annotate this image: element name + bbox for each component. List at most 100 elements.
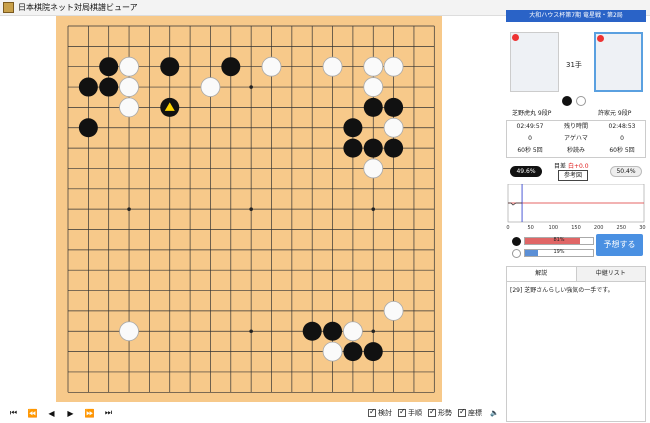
black-player-photo <box>510 32 559 92</box>
speaker-icon[interactable]: 🔈 <box>490 409 499 417</box>
black-stone <box>302 321 322 341</box>
diff-label: 目差 <box>554 163 567 170</box>
black-stone <box>363 342 383 362</box>
black-player-name: 芝野虎丸 9段P <box>512 110 552 117</box>
star-point <box>249 85 253 89</box>
forward-ten-button[interactable]: ⏩ <box>81 409 98 418</box>
app-icon <box>3 2 14 13</box>
checkbox-icon[interactable] <box>398 407 406 417</box>
black-stone <box>343 138 363 158</box>
first-move-button[interactable]: ⏮ <box>5 408 22 418</box>
white-stone <box>363 77 384 97</box>
diff-value: 白+0.0 <box>567 163 589 170</box>
tab-commentary[interactable]: 解説 <box>507 267 577 281</box>
back-one-button[interactable]: ◀ <box>43 409 60 418</box>
option-sequence[interactable]: 手順 <box>398 407 422 418</box>
black-stone <box>99 57 119 77</box>
white-stone <box>119 77 139 97</box>
black-stone <box>78 118 98 138</box>
option-sequence-label: 手順 <box>408 409 422 417</box>
black-stone <box>363 138 383 158</box>
graph-tick-label: 50 <box>527 225 533 230</box>
white-player-photo <box>594 32 643 92</box>
star-point <box>249 329 253 334</box>
white-time: 02:48:53 <box>608 123 636 130</box>
japan-flag-icon <box>597 35 604 42</box>
white-stone <box>363 56 384 77</box>
checkbox-icon[interactable] <box>368 407 376 417</box>
time-table: 02:49:57 残り時間 02:48:53 0 アゲハマ 0 60秒 5回 秒… <box>506 120 646 158</box>
option-coords[interactable]: 座標 <box>458 407 482 418</box>
info-panel: 大和ハウス杯第7期 竜星戦・第2局 31手 芝野虎丸 9段P 許家元 9段P 0… <box>506 10 649 422</box>
black-win-rate: 49.6% <box>510 166 542 177</box>
black-stone <box>78 77 98 97</box>
white-stone-icon <box>576 96 586 106</box>
star-point <box>127 207 131 211</box>
black-stone <box>160 57 180 77</box>
white-stone <box>383 117 404 138</box>
reference-button[interactable]: 参考図 <box>558 170 588 181</box>
score-diff: 目差 白+0.0 <box>554 161 589 170</box>
black-stone-icon <box>512 237 521 246</box>
black-stone <box>99 77 119 97</box>
star-point <box>249 207 253 211</box>
black-stone <box>384 138 404 158</box>
star-point <box>371 329 376 334</box>
graph-tick-label: 0 <box>506 225 509 230</box>
option-review-label: 検討 <box>378 409 392 417</box>
players-section: 31手 芝野虎丸 9段P 許家元 9段P <box>506 24 646 117</box>
white-win-rate: 50.4% <box>610 166 642 177</box>
checkbox-icon[interactable] <box>458 407 466 417</box>
white-stone-icon <box>512 249 521 258</box>
option-review[interactable]: 検討 <box>368 407 392 418</box>
white-stone <box>383 300 404 321</box>
byoyomi-label: 秒読み <box>566 147 585 154</box>
black-prediction-bar: 81% <box>524 237 594 245</box>
black-stone <box>363 97 383 117</box>
move-number: 31手 <box>566 61 582 69</box>
white-stone <box>383 56 404 77</box>
commentary-text: [29] 芝野さんらしい強気の一手です。 <box>506 282 646 422</box>
white-stone <box>322 56 343 77</box>
white-stone <box>119 97 139 118</box>
white-captures: 0 <box>620 135 624 142</box>
black-stone <box>343 118 363 138</box>
time-label: 残り時間 <box>563 123 588 130</box>
black-time: 02:49:57 <box>516 123 544 130</box>
option-coords-label: 座標 <box>468 409 482 417</box>
black-stone <box>221 57 241 77</box>
white-stone <box>200 77 221 97</box>
window-title: 日本棋院ネット対局棋譜ビューア <box>18 3 138 12</box>
go-board[interactable] <box>52 16 448 404</box>
last-move-button[interactable]: ⏭ <box>100 408 117 418</box>
white-byoyomi: 60秒 5回 <box>609 147 635 154</box>
graph-tick-label: 100 <box>549 225 559 230</box>
graph-tick-label: 150 <box>571 225 581 230</box>
win-rate-graph[interactable]: 0 50 100 150 200 250 300 <box>506 183 649 231</box>
white-stone <box>342 321 363 342</box>
black-stone <box>384 97 404 117</box>
graph-tick-label: 250 <box>617 225 627 230</box>
star-point <box>371 207 376 211</box>
back-ten-button[interactable]: ⏪ <box>24 409 41 418</box>
option-situation[interactable]: 形勢 <box>428 407 452 418</box>
white-stone <box>119 56 139 77</box>
white-stone <box>261 56 282 77</box>
option-situation-label: 形勢 <box>438 409 452 417</box>
checkbox-icon[interactable] <box>428 407 436 417</box>
tab-bar: 解説 中継リスト <box>506 266 646 282</box>
predict-button[interactable]: 予想する <box>596 234 643 256</box>
white-stone <box>119 321 139 342</box>
go-board-area[interactable] <box>52 16 448 404</box>
forward-one-button[interactable]: ▶ <box>62 409 79 418</box>
black-stone <box>323 321 343 341</box>
white-stone <box>363 158 384 179</box>
white-prediction-pct: 19% <box>553 249 565 255</box>
white-prediction-bar: 19% <box>524 249 594 257</box>
white-stone <box>322 341 343 362</box>
win-rates: 49.6% 目差 白+0.0 参考図 50.4% <box>506 161 646 181</box>
tab-relay-list[interactable]: 中継リスト <box>576 267 645 281</box>
black-byoyomi: 60秒 5回 <box>517 147 543 154</box>
black-stone-icon <box>562 96 572 106</box>
japan-flag-icon <box>512 34 519 41</box>
